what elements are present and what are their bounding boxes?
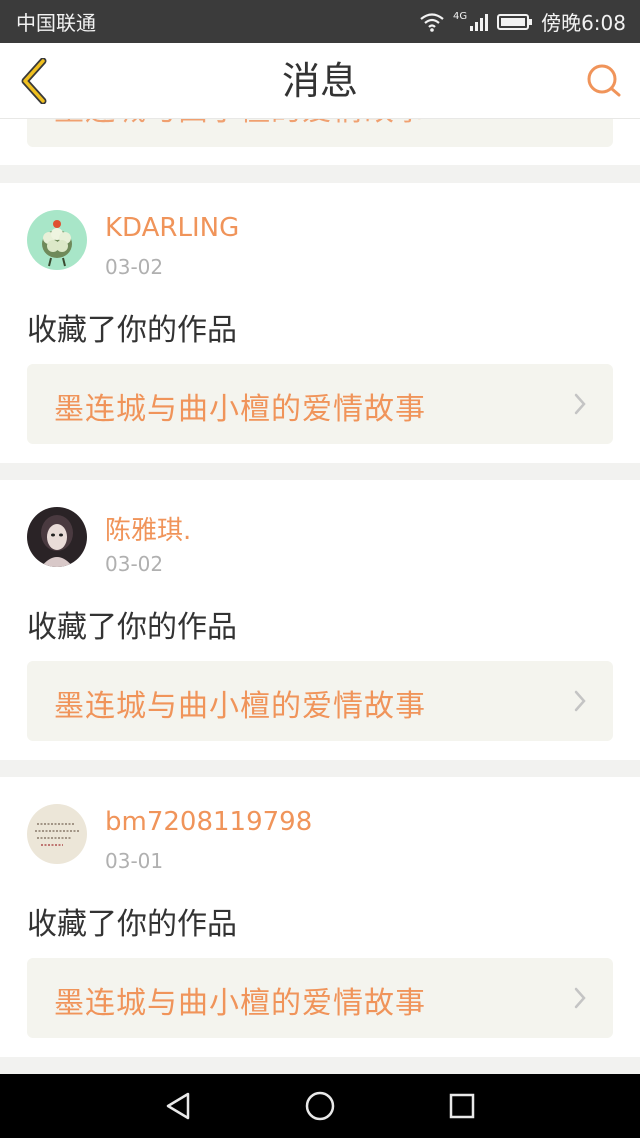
avatar[interactable] xyxy=(27,507,87,567)
status-bar: 中国联通 4G 傍晚6:08 xyxy=(0,0,640,43)
circle-home-icon xyxy=(305,1091,335,1121)
message-date: 03-02 xyxy=(105,552,164,576)
list-item: 墨连城与曲小檀的爱情故事 xyxy=(0,119,640,165)
list-item: bm7208119798 03-01 收藏了你的作品 墨连城与曲小檀的爱情故事 xyxy=(0,777,640,1057)
avatar[interactable] xyxy=(27,210,87,270)
username[interactable]: 陈雅琪. xyxy=(105,510,191,547)
triangle-back-icon xyxy=(166,1092,190,1120)
clock: 傍晚6:08 xyxy=(541,11,626,35)
status-icons: 4G 傍晚6:08 xyxy=(419,7,626,36)
signal-icon xyxy=(470,13,489,31)
list-item: 陈雅琪. 03-02 收藏了你的作品 墨连城与曲小檀的爱情故事 xyxy=(0,480,640,760)
back-button[interactable] xyxy=(14,57,54,105)
page-title: 消息 xyxy=(281,59,358,103)
search-button[interactable] xyxy=(584,61,624,101)
chevron-right-icon xyxy=(574,987,586,1009)
network-type-label: 4G xyxy=(452,11,468,22)
app-header: 消息 xyxy=(0,43,640,119)
search-icon xyxy=(587,64,621,97)
battery-icon xyxy=(497,13,533,30)
chevron-right-icon xyxy=(574,690,586,712)
message-date: 03-02 xyxy=(105,255,164,279)
work-title: 墨连城与曲小檀的爱情故事 xyxy=(54,689,426,724)
work-link[interactable]: 墨连城与曲小檀的爱情故事 xyxy=(27,364,613,444)
username[interactable]: bm7208119798 xyxy=(105,807,312,837)
nav-back-button[interactable] xyxy=(162,1090,194,1122)
square-recents-icon xyxy=(449,1093,475,1119)
message-action: 收藏了你的作品 xyxy=(27,907,237,942)
avatar[interactable] xyxy=(27,804,87,864)
chevron-right-icon xyxy=(574,393,586,415)
message-list[interactable]: 墨连城与曲小檀的爱情故事 KDARLING 03-02 收藏了你的作品 墨连城与… xyxy=(0,119,640,1074)
work-link[interactable]: 墨连城与曲小檀的爱情故事 xyxy=(27,958,613,1038)
work-title: 墨连城与曲小檀的爱情故事 xyxy=(54,392,426,427)
work-title: 墨连城与曲小檀的爱情故事 xyxy=(54,119,426,129)
wifi-icon xyxy=(420,12,444,32)
message-action: 收藏了你的作品 xyxy=(27,610,237,645)
back-chevron-icon xyxy=(21,58,47,104)
nav-recents-button[interactable] xyxy=(446,1090,478,1122)
username[interactable]: KDARLING xyxy=(105,213,239,243)
message-action: 收藏了你的作品 xyxy=(27,313,237,348)
system-navigation-bar xyxy=(0,1074,640,1138)
work-title: 墨连城与曲小檀的爱情故事 xyxy=(54,986,426,1021)
nav-home-button[interactable] xyxy=(304,1090,336,1122)
work-link[interactable]: 墨连城与曲小檀的爱情故事 xyxy=(27,661,613,741)
message-date: 03-01 xyxy=(105,849,164,873)
work-link[interactable]: 墨连城与曲小檀的爱情故事 xyxy=(27,119,613,147)
list-item: KDARLING 03-02 收藏了你的作品 墨连城与曲小檀的爱情故事 xyxy=(0,183,640,463)
carrier-label: 中国联通 xyxy=(16,11,96,35)
